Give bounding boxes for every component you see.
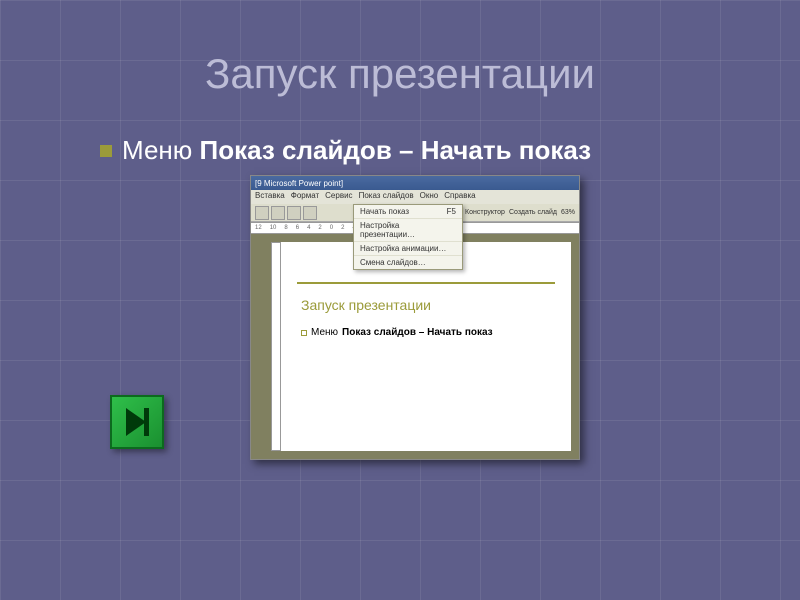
dropdown-label: Начать показ bbox=[360, 207, 409, 216]
embedded-screenshot: [9 Microsoft Power point] Вставка Формат… bbox=[250, 175, 580, 460]
menu-format[interactable]: Формат bbox=[291, 191, 319, 203]
dropdown-label: Настройка анимации… bbox=[360, 244, 446, 253]
bullet-bold: Показ слайдов – Начать показ bbox=[200, 135, 592, 165]
toolbar-constructor[interactable]: Конструктор bbox=[465, 209, 505, 216]
dropdown-accel: F5 bbox=[447, 207, 456, 216]
inner-slide-title: Запуск презентации bbox=[301, 297, 431, 313]
underline-icon[interactable] bbox=[287, 206, 301, 220]
separator-line bbox=[297, 282, 555, 284]
play-button[interactable] bbox=[110, 395, 164, 449]
dropdown-transition[interactable]: Смена слайдов… bbox=[354, 256, 462, 269]
bullet-text: Меню Показ слайдов – Начать показ bbox=[122, 135, 591, 166]
shadow-icon[interactable] bbox=[303, 206, 317, 220]
menu-window[interactable]: Окно bbox=[420, 191, 439, 203]
inner-bullet: Меню Показ слайдов – Начать показ bbox=[301, 327, 493, 338]
window-titlebar: [9 Microsoft Power point] bbox=[251, 176, 579, 190]
inner-bullet-bold: Показ слайдов – Начать показ bbox=[342, 327, 493, 338]
italic-icon[interactable] bbox=[271, 206, 285, 220]
dropdown-label: Смена слайдов… bbox=[360, 258, 426, 267]
dropdown-animation[interactable]: Настройка анимации… bbox=[354, 242, 462, 256]
bold-icon[interactable] bbox=[255, 206, 269, 220]
menu-slideshow[interactable]: Показ слайдов bbox=[359, 191, 414, 203]
slide-title: Запуск презентации bbox=[0, 50, 800, 98]
menu-service[interactable]: Сервис bbox=[325, 191, 352, 203]
toolbar-new-slide[interactable]: Создать слайд bbox=[509, 209, 557, 216]
toolbar-zoom[interactable]: 63% bbox=[561, 209, 575, 216]
menubar: Вставка Формат Сервис Показ слайдов Окно… bbox=[251, 190, 579, 204]
inner-bullet-prefix: Меню bbox=[311, 327, 338, 338]
bullet-item: Меню Показ слайдов – Начать показ bbox=[100, 135, 591, 166]
slideshow-dropdown: Начать показ F5 Настройка презентации… Н… bbox=[353, 204, 463, 270]
bullet-square-icon bbox=[100, 145, 112, 157]
inner-bullet-square-icon bbox=[301, 330, 307, 336]
inner-slide: Запуск презентации Меню Показ слайдов – … bbox=[281, 242, 571, 451]
bullet-prefix: Меню bbox=[122, 135, 200, 165]
dropdown-setup-show[interactable]: Настройка презентации… bbox=[354, 219, 462, 242]
window-title: [9 Microsoft Power point] bbox=[255, 179, 343, 188]
vertical-ruler bbox=[271, 242, 281, 451]
dropdown-label: Настройка презентации… bbox=[360, 221, 456, 239]
menu-help[interactable]: Справка bbox=[444, 191, 475, 203]
play-triangle-icon bbox=[126, 408, 146, 436]
menu-insert[interactable]: Вставка bbox=[255, 191, 285, 203]
dropdown-start-show[interactable]: Начать показ F5 bbox=[354, 205, 462, 219]
